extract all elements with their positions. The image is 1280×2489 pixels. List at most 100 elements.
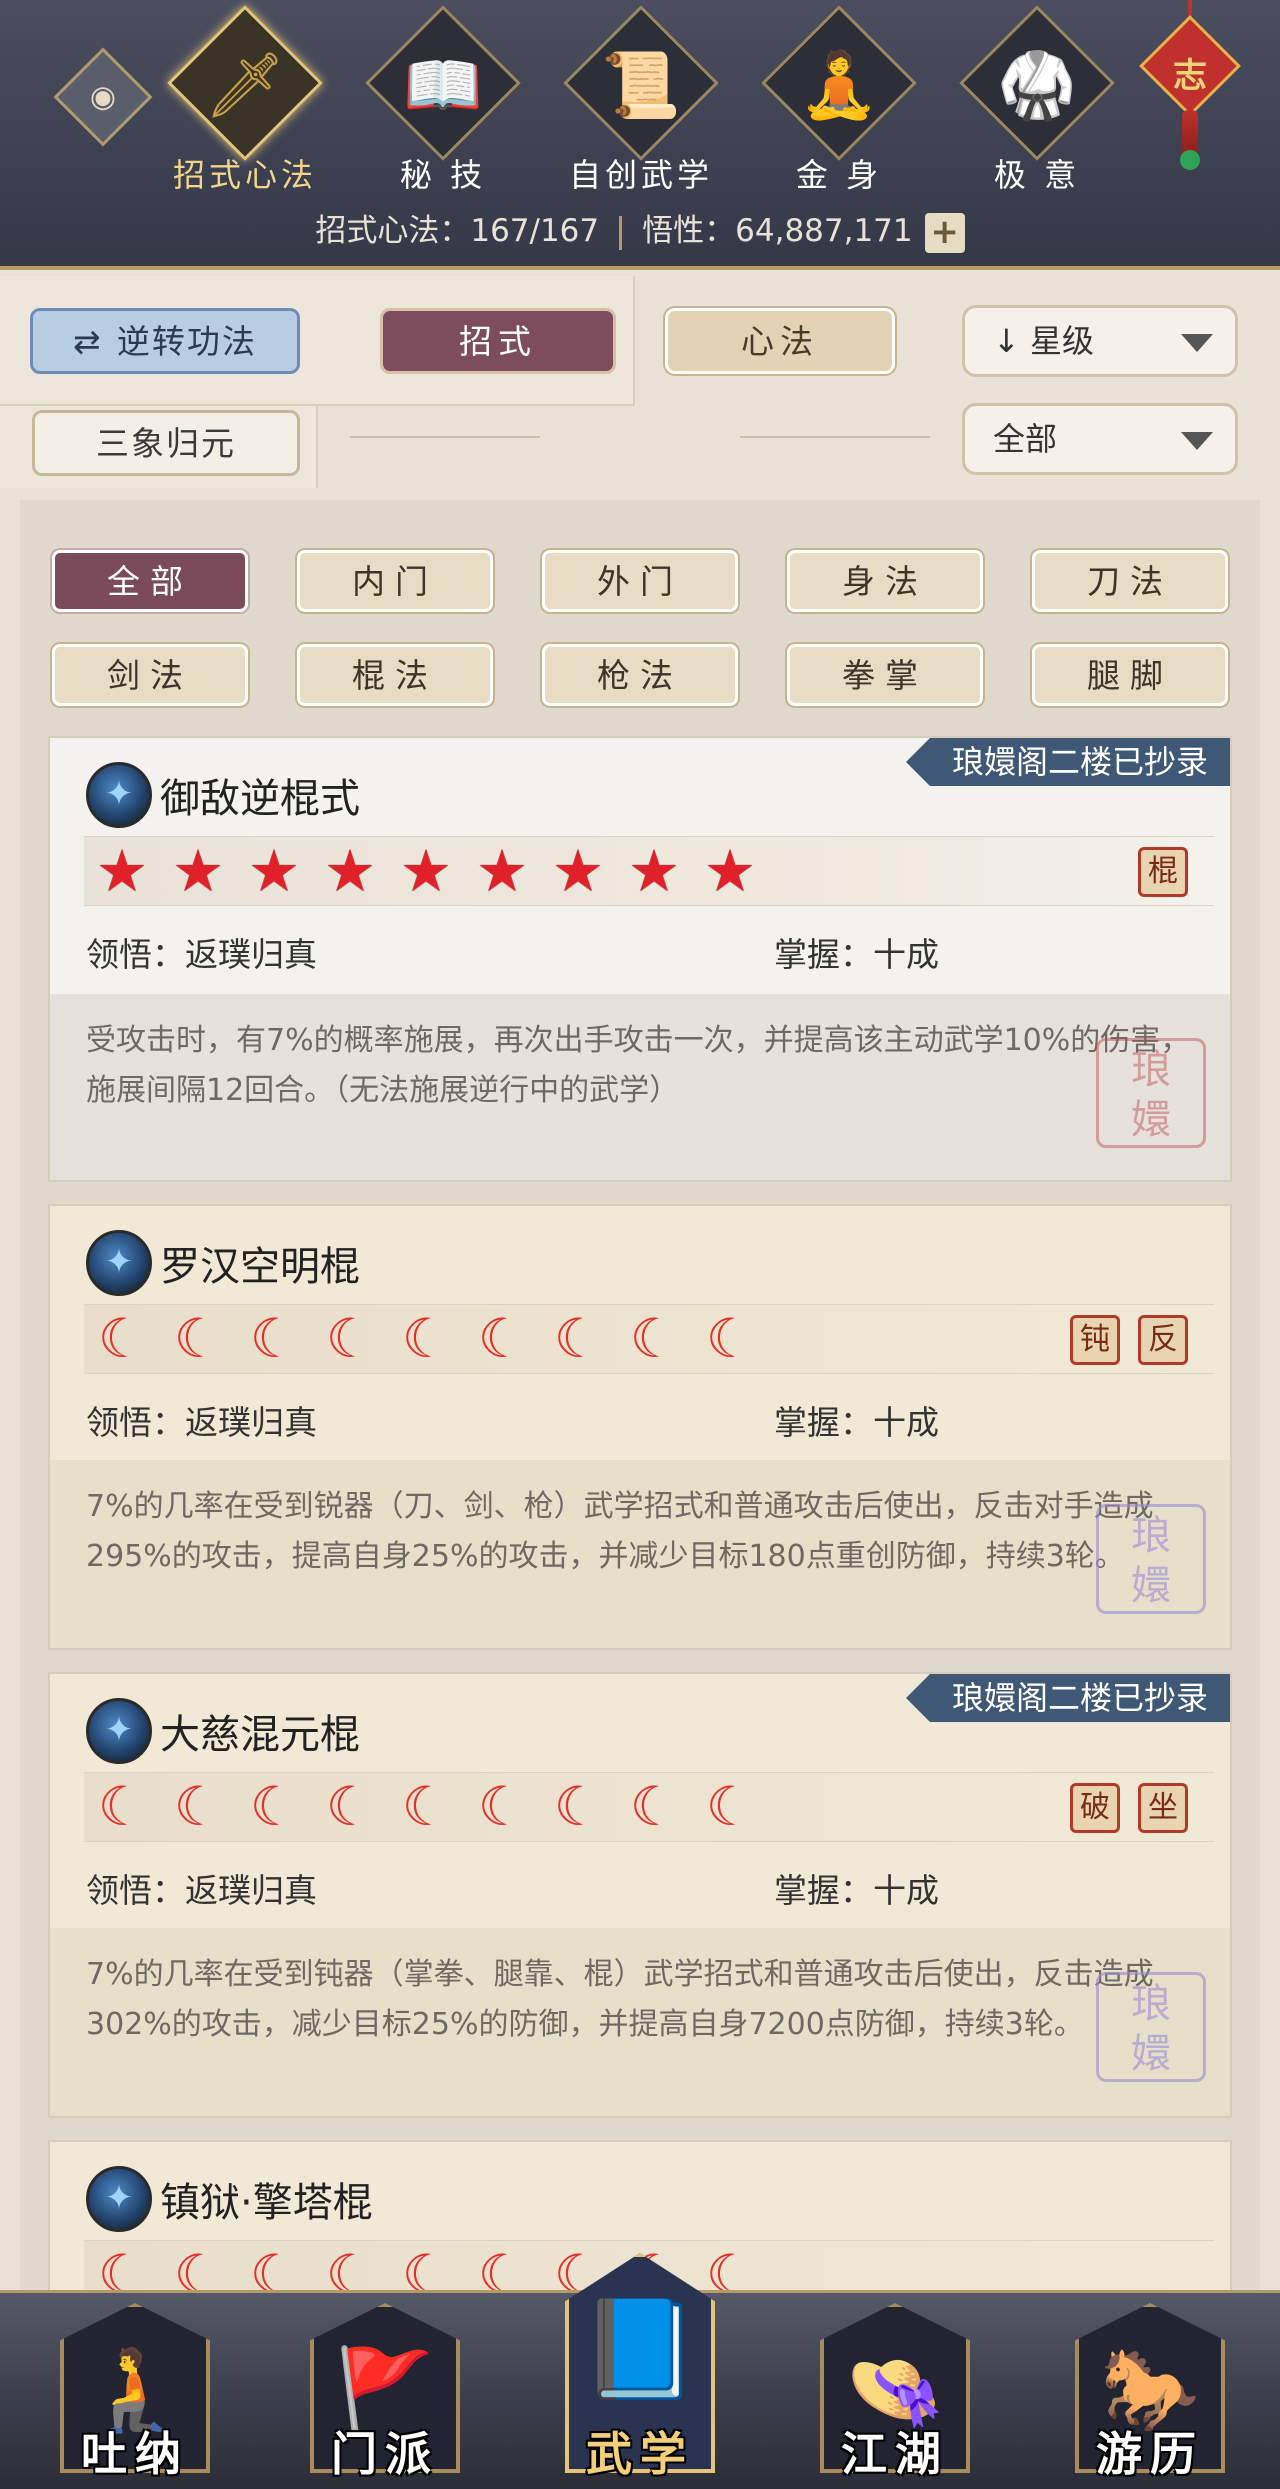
flame-star-icon: ☾: [705, 1307, 755, 1370]
category-movement[interactable]: 身法: [787, 550, 983, 612]
skill-description-box: 7%的几率在受到钝器（掌拳、腿靠、棍）武学招式和普通攻击后使出，反击造成302%…: [50, 1928, 1230, 2116]
scope-dropdown[interactable]: 全部: [962, 403, 1238, 475]
flame-star-icon: ☾: [325, 1307, 375, 1370]
category-fist[interactable]: 拳掌: [787, 644, 983, 706]
sort-dropdown[interactable]: ↓ 星级: [962, 305, 1238, 377]
break-type-badge[interactable]: 破: [1070, 1783, 1120, 1833]
staff-skill-icon: ✦: [86, 2166, 152, 2232]
charm-text: 志: [1173, 56, 1207, 96]
category-kick[interactable]: 腿脚: [1032, 644, 1228, 706]
chevron-down-icon: [1181, 334, 1213, 352]
category-inner[interactable]: 内门: [297, 550, 493, 612]
top-tab-ultimate[interactable]: 🥋 极 意: [952, 5, 1122, 194]
flame-star-icon: ☾: [553, 1307, 603, 1370]
collection-seal-icon: 琅嬛: [1096, 1504, 1206, 1614]
add-insight-button[interactable]: +: [924, 212, 965, 253]
top-tab-moves[interactable]: 🗡 招式心法: [160, 5, 330, 194]
skill-card[interactable]: 琅嬛阁二楼已抄录 ✦ 大慈混元棍 ☾ ☾ ☾ ☾ ☾ ☾ ☾ ☾ ☾ 破 坐 领悟：返璞归真 掌…: [48, 1672, 1232, 2118]
tab-moves[interactable]: 招式: [380, 308, 616, 374]
flame-star-icon: ☾: [325, 1775, 375, 1838]
top-tab-label: 极 意: [993, 156, 1081, 194]
mastery-level: 掌握：十成: [774, 1871, 939, 1910]
star-icon: ★: [400, 837, 452, 905]
nav-label: 吐纳: [81, 2427, 189, 2481]
collection-seal-icon: 琅嬛: [1096, 1038, 1206, 1148]
blunt-type-badge[interactable]: 钝: [1070, 1315, 1120, 1365]
top-tab-label: 自创武学: [568, 156, 713, 194]
flame-star-icon: ☾: [249, 1307, 299, 1370]
flame-star-icon: ☾: [553, 1775, 603, 1838]
star-rating: ★ ★ ★ ★ ★ ★ ★ ★ ★ 棍: [84, 836, 1214, 906]
category-outer[interactable]: 外门: [542, 550, 738, 612]
stats-line: 招式心法：167/167 悟性：64,887,171 +: [0, 205, 1280, 253]
counter-type-badge[interactable]: 反: [1138, 1315, 1188, 1365]
skill-description: 7%的几率在受到锐器（刀、剑、枪）武学招式和普通攻击后使出，反击对手造成295%…: [86, 1489, 1154, 1574]
top-nav: 🗡 招式心法 📖 秘 技 📜 自创武学 🧘 金 身 🥋 极 意: [160, 5, 1140, 194]
star-icon: ★: [476, 837, 528, 905]
nav-jianghu[interactable]: 👒 江湖: [800, 2293, 990, 2489]
skill-list-panel: 全部 内门 外门 身法 刀法 剑法 棍法 枪法 拳掌 腿脚 琅嬛阁二楼已抄录 ✦…: [20, 500, 1260, 2290]
nav-sect[interactable]: 🚩 门派: [290, 2293, 480, 2489]
nav-label: 游历: [1096, 2427, 1204, 2481]
flame-star-icon: ☾: [249, 2243, 299, 2291]
skill-card[interactable]: 琅嬛阁二楼已抄录 ✦ 御敌逆棍式 ★ ★ ★ ★ ★ ★ ★ ★ ★ 棍 领悟：返璞归真 掌握：…: [48, 736, 1232, 1182]
martial-stance-icon: 🥋: [997, 49, 1077, 123]
reverse-skill-button[interactable]: ⇄ 逆转功法: [30, 308, 300, 374]
star-icon: ★: [628, 837, 680, 905]
category-sword[interactable]: 剑法: [52, 644, 248, 706]
category-blade[interactable]: 刀法: [1032, 550, 1228, 612]
flame-star-icon: ☾: [249, 1775, 299, 1838]
staff-type-badge[interactable]: 棍: [1138, 847, 1188, 897]
skill-description-box: 受攻击时，有7%的概率施展，再次出手攻击一次，并提高该主动武学10%的伤害，施展…: [50, 994, 1230, 1180]
chevron-down-icon: [1181, 432, 1213, 450]
moves-count: 招式心法：167/167: [315, 213, 600, 249]
flame-star-icon: ☾: [477, 1775, 527, 1838]
nav-label: 江湖: [841, 2427, 949, 2481]
divider-ornament: [740, 436, 930, 438]
staff-skill-icon: ✦: [86, 1698, 152, 1764]
sanxiang-button[interactable]: 三象归元: [32, 410, 300, 476]
sit-type-badge[interactable]: 坐: [1138, 1783, 1188, 1833]
top-tab-golden-body[interactable]: 🧘 金 身: [754, 5, 924, 194]
top-tab-secret[interactable]: 📖 秘 技: [358, 5, 528, 194]
flame-star-icon: ☾: [173, 1775, 223, 1838]
view-toggle-button[interactable]: ◉: [53, 47, 153, 147]
top-bar: ◉ 🗡 招式心法 📖 秘 技 📜 自创武学 🧘 金 身 🥋 极 意 志 招式心法…: [0, 0, 1280, 270]
category-all[interactable]: 全部: [52, 550, 248, 612]
tab-heart-method[interactable]: 心法: [665, 308, 895, 374]
nav-martial-arts[interactable]: 📘 武学: [545, 2253, 735, 2489]
star-icon: ★: [96, 837, 148, 905]
chinese-knot-charm[interactable]: 志: [1139, 0, 1241, 180]
flame-star-icon: ☾: [401, 2243, 451, 2291]
staff-skill-icon: ✦: [86, 1230, 152, 1296]
flame-star-icon: ☾: [477, 2243, 527, 2291]
stats-divider: [619, 215, 623, 250]
flame-list: ☾ ☾ ☾ ☾ ☾ ☾ ☾ ☾ ☾: [84, 1309, 768, 1369]
nav-label: 武学: [586, 2427, 694, 2481]
category-staff[interactable]: 棍法: [297, 644, 493, 706]
eye-icon: ◉: [89, 79, 117, 115]
flame-list: ☾ ☾ ☾ ☾ ☾ ☾ ☾ ☾ ☾: [84, 1777, 768, 1837]
skill-description-box: 7%的几率在受到锐器（刀、剑、枪）武学招式和普通攻击后使出，反击对手造成295%…: [50, 1460, 1230, 1648]
star-icon: ★: [248, 837, 300, 905]
sword-icon: 🗡: [204, 49, 286, 123]
flame-star-icon: ☾: [705, 1775, 755, 1838]
collection-seal-icon: 琅嬛: [1096, 1972, 1206, 2082]
flame-star-icon: ☾: [705, 2243, 755, 2291]
top-tab-custom[interactable]: 📜 自创武学: [556, 5, 726, 194]
category-spear[interactable]: 枪法: [542, 644, 738, 706]
insight-value: 悟性：64,887,171: [642, 213, 913, 249]
star-rating: ☾ ☾ ☾ ☾ ☾ ☾ ☾ ☾ ☾ 破 坐: [84, 1772, 1214, 1842]
top-tab-label: 招式心法: [172, 156, 317, 194]
skill-card[interactable]: ✦ 罗汉空明棍 ☾ ☾ ☾ ☾ ☾ ☾ ☾ ☾ ☾ 钝 反 领悟：返璞归真 掌握：十成 7%的几…: [48, 1204, 1232, 1650]
nav-travel[interactable]: 🐎 游历: [1055, 2293, 1245, 2489]
scope-label: 全部: [993, 420, 1058, 458]
skill-description: 受攻击时，有7%的概率施展，再次出手攻击一次，并提高该主动武学10%的伤害，施展…: [86, 1023, 1191, 1108]
star-icon: ★: [324, 837, 376, 905]
nav-breathing[interactable]: 🧎 吐纳: [40, 2293, 230, 2489]
copied-ribbon: 琅嬛阁二楼已抄录: [905, 738, 1230, 786]
star-icon: ★: [172, 837, 224, 905]
divider-ornament: [350, 436, 540, 438]
flame-star-icon: ☾: [97, 1307, 147, 1370]
flame-star-icon: ☾: [401, 1307, 451, 1370]
